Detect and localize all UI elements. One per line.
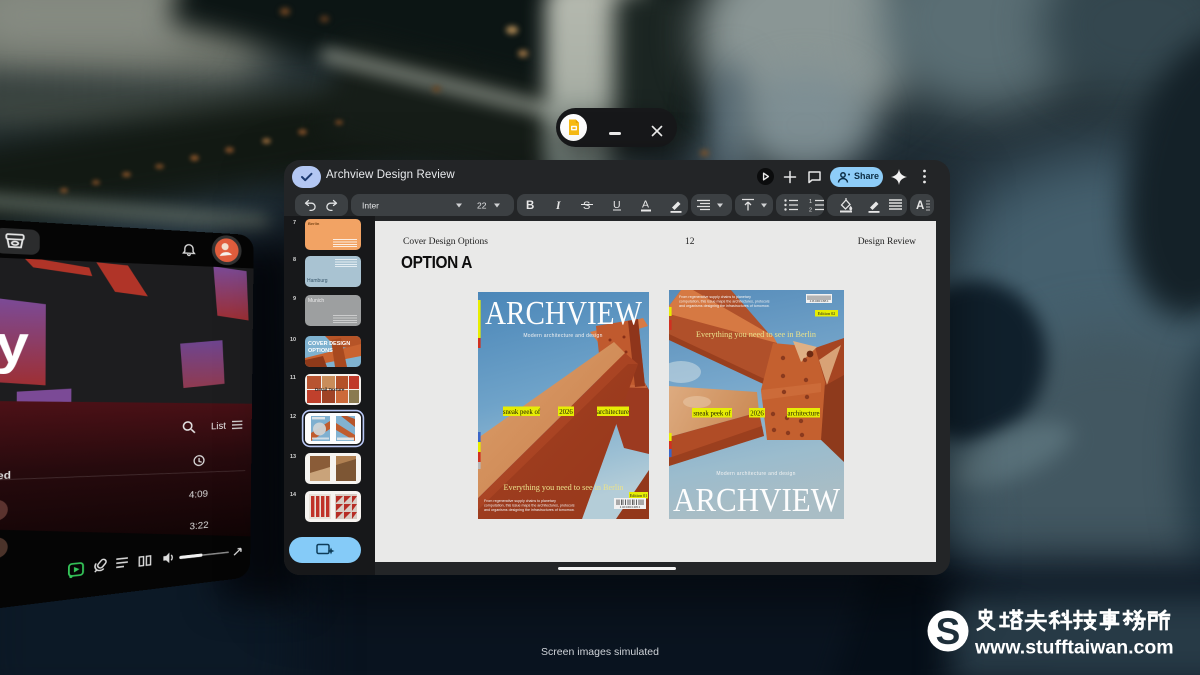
svg-text:A: A (642, 199, 649, 211)
svg-text:computation, this issue maps t: computation, this issue maps the archite… (484, 504, 575, 508)
svg-text:Edition 02: Edition 02 (818, 311, 836, 316)
svg-text:B: B (526, 200, 534, 212)
svg-text:S: S (936, 611, 961, 652)
svg-text:architecture: architecture (597, 409, 629, 416)
svg-text:2026: 2026 (750, 410, 764, 417)
svg-text:I: I (555, 200, 561, 212)
svg-text:Edition 01: Edition 01 (630, 493, 648, 498)
svg-text:U: U (613, 199, 621, 211)
svg-text:From regenerative supply chain: From regenerative supply chains to plane… (679, 295, 751, 299)
svg-text:Everything you need to see in: Everything you need to see in Berlin (696, 330, 816, 339)
svg-text:1: 1 (809, 199, 812, 205)
svg-text:From regenerative supply chain: From regenerative supply chains to plane… (484, 499, 556, 503)
svg-text:COVER DESIGN: COVER DESIGN (308, 341, 350, 347)
svg-text:OPTIONS: OPTIONS (308, 348, 333, 354)
svg-text:Everything you need to see in: Everything you need to see in Berlin (503, 483, 623, 492)
svg-text:4 46 0369 1395 4: 4 46 0369 1395 4 (810, 300, 829, 303)
svg-text:22: 22 (477, 201, 487, 211)
svg-text:ed: ed (0, 469, 11, 482)
svg-text:architecture: architecture (787, 410, 819, 417)
svg-text:Detail Texture: Detail Texture (315, 387, 345, 392)
svg-text:2: 2 (809, 208, 812, 214)
svg-text:and organisms designing the in: and organisms designing the infrastructu… (484, 508, 575, 512)
svg-text:4:09: 4:09 (189, 488, 209, 501)
svg-text:computation, this issue maps t: computation, this issue maps the archite… (679, 300, 770, 304)
svg-text:Modern architecture and design: Modern architecture and design (523, 333, 602, 339)
svg-text:ARCHVIEW: ARCHVIEW (673, 482, 841, 519)
svg-text:Inter: Inter (362, 201, 379, 211)
svg-text:A: A (916, 200, 924, 212)
svg-text:4 46 0369 1395 4: 4 46 0369 1395 4 (620, 505, 641, 509)
svg-text:2026: 2026 (559, 409, 573, 416)
svg-text:y: y (0, 313, 29, 374)
svg-text:3:22: 3:22 (189, 519, 208, 532)
svg-text:List: List (211, 420, 227, 432)
svg-text:ARCHVIEW: ARCHVIEW (485, 295, 643, 332)
svg-text:sneak peek of: sneak peek of (693, 410, 731, 417)
svg-text:Modern architecture and design: Modern architecture and design (716, 471, 795, 477)
svg-text:www.stufftaiwan.com: www.stufftaiwan.com (974, 637, 1174, 659)
svg-text:S: S (583, 200, 590, 212)
svg-text:and organisms designing the in: and organisms designing the infrastructu… (679, 304, 770, 308)
svg-text:sneak peek of: sneak peek of (503, 409, 541, 416)
